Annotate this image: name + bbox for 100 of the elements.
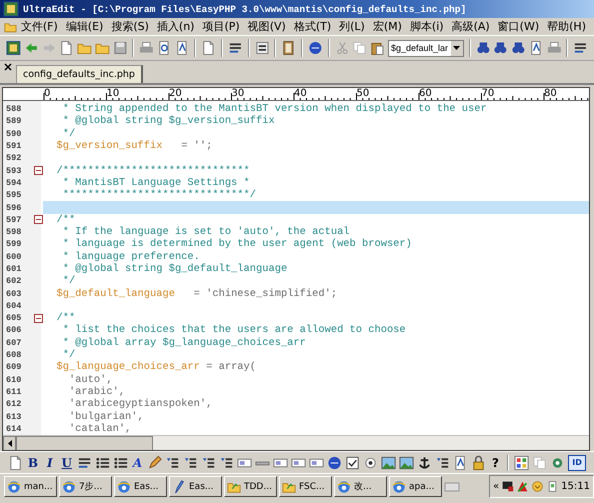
taskbar-button[interactable]: man... xyxy=(4,476,57,497)
line-number: 611 xyxy=(5,386,22,397)
ruler-label: 0 xyxy=(44,88,50,99)
source-icon[interactable] xyxy=(8,454,24,470)
browser-icon xyxy=(337,480,351,494)
monitor-icon[interactable] xyxy=(501,480,514,493)
line-number: 596 xyxy=(5,202,22,213)
save-icon[interactable] xyxy=(112,40,128,56)
fold-icon[interactable] xyxy=(34,166,43,176)
code-line: $g_language_choices_arr = array( xyxy=(55,361,256,374)
app-icon[interactable] xyxy=(3,1,19,17)
line-number: 590 xyxy=(5,128,22,139)
browser-icon xyxy=(7,480,21,494)
window-title: UltraEdit - [C:\Program Files\EasyPHP 3.0\www\mantis\config_defaults_inc.php] xyxy=(23,4,466,14)
menu-item[interactable]: 宏(M) xyxy=(368,19,406,34)
menu-item[interactable]: 搜索(S) xyxy=(107,19,153,34)
line-number: 608 xyxy=(5,350,22,360)
close-icon[interactable] xyxy=(4,63,12,71)
clock: 15:11 xyxy=(561,481,590,492)
file-tab[interactable]: config_defaults_inc.php xyxy=(16,65,143,83)
code-line: * MantisBT Language Settings * xyxy=(62,176,250,189)
fold-icon[interactable] xyxy=(34,215,43,224)
menu-item[interactable]: 帮助(H) xyxy=(543,19,590,34)
browser-icon xyxy=(117,480,131,494)
ruler-label: 10 xyxy=(106,88,120,99)
code-line: */ xyxy=(62,275,76,288)
document-icon[interactable] xyxy=(201,40,216,56)
character-icon[interactable] xyxy=(452,454,468,470)
scroll-left-icon[interactable] xyxy=(8,440,12,448)
new-file-icon[interactable] xyxy=(59,40,74,56)
find-next-icon[interactable] xyxy=(493,40,508,56)
bold-button[interactable]: B xyxy=(26,456,40,470)
line-number: 599 xyxy=(5,239,22,250)
pencil-icon[interactable] xyxy=(147,454,162,470)
function-list-dropdown[interactable]: $g_default_lar xyxy=(388,40,464,56)
menu-item[interactable]: 高级(A) xyxy=(448,19,494,34)
code-line: 'arabic', xyxy=(68,386,126,398)
taskbar-button[interactable]: 改... xyxy=(334,476,387,497)
line-number: 600 xyxy=(5,252,22,262)
taskbar-button[interactable]: apa... xyxy=(389,476,442,497)
table-icon[interactable] xyxy=(514,454,530,470)
menu-item[interactable]: 文件(F) xyxy=(16,19,62,34)
underline-button[interactable]: U xyxy=(60,456,74,470)
italic-button[interactable]: I xyxy=(42,456,57,470)
ruler-label: 60 xyxy=(419,88,432,99)
menu-item[interactable]: 窗口(W) xyxy=(494,19,544,34)
pen-icon xyxy=(172,480,186,494)
code-line: 'arabicegyptianspoken', xyxy=(68,398,212,410)
menu-item[interactable]: 项目(P) xyxy=(198,19,244,34)
horizontal-scrollbar[interactable] xyxy=(3,435,589,450)
taskbar-button[interactable]: 7步... xyxy=(59,476,112,497)
warning-icon[interactable] xyxy=(516,480,530,493)
font-color-button[interactable]: A xyxy=(130,456,144,470)
taskbar-button[interactable]: TDD... xyxy=(224,476,277,497)
checkbox-icon[interactable] xyxy=(344,454,360,470)
spell-check-icon[interactable] xyxy=(174,40,190,56)
show-hidden-icons-button[interactable]: « xyxy=(493,481,500,492)
line-number: 592 xyxy=(5,153,22,164)
program-icon[interactable] xyxy=(6,40,21,56)
taskbar-button[interactable]: Eas... xyxy=(169,476,222,497)
menu-item[interactable]: 脚本(i) xyxy=(406,19,448,34)
find-previous-icon[interactable] xyxy=(511,40,526,56)
code-line: 'bulgarian', xyxy=(68,410,144,423)
menu-item[interactable]: 插入(n) xyxy=(152,19,198,34)
frame-icon[interactable] xyxy=(380,454,396,470)
help-button[interactable]: ? xyxy=(488,456,502,470)
code-line: $g_default_language = 'chinese_simplified'; xyxy=(55,288,338,300)
anchor-icon[interactable] xyxy=(416,454,432,470)
lock-icon[interactable] xyxy=(470,454,486,470)
code-line: 'auto', xyxy=(68,374,113,386)
ruler-label: 20 xyxy=(169,88,182,99)
code-line: */ xyxy=(62,128,76,140)
code-line: * String appended to the MantisBT version when displayed to the user xyxy=(62,103,487,116)
line-number: 601 xyxy=(5,264,22,274)
search-icon[interactable] xyxy=(476,40,490,56)
line-number: 591 xyxy=(5,141,22,152)
code-line: /** xyxy=(55,214,76,226)
code-line: /****************************** xyxy=(55,164,250,177)
line-number: 614 xyxy=(5,424,22,434)
menu-item[interactable]: 格式(T) xyxy=(290,19,336,34)
taskbar-button[interactable]: FSC... xyxy=(279,476,332,497)
id-button[interactable]: ID xyxy=(568,454,586,470)
line-number: 595 xyxy=(5,190,22,200)
menu-item[interactable]: 编辑(E) xyxy=(62,19,108,34)
fold-icon[interactable] xyxy=(34,314,43,323)
code-line: * @global string $g_version_suffix xyxy=(62,115,275,128)
dropdown-arrow-icon[interactable] xyxy=(453,46,460,50)
line-number: 605 xyxy=(5,313,22,324)
menu-item[interactable]: 视图(V) xyxy=(244,19,290,34)
book-icon[interactable] xyxy=(281,40,296,56)
taskbar-button[interactable]: Eas... xyxy=(114,476,167,497)
hex-mode-icon[interactable] xyxy=(254,40,270,56)
code-line: * language preference. xyxy=(62,250,200,263)
code-line: * list the choices that the users are allowed to choose xyxy=(62,324,406,336)
paste-icon[interactable] xyxy=(370,40,385,56)
code-line: ******************************/ xyxy=(62,189,256,202)
ruler-label: 30 xyxy=(232,88,244,99)
image-icon[interactable] xyxy=(398,454,414,470)
line-number: 612 xyxy=(5,399,22,410)
menu-item[interactable]: 列(L) xyxy=(335,19,369,34)
